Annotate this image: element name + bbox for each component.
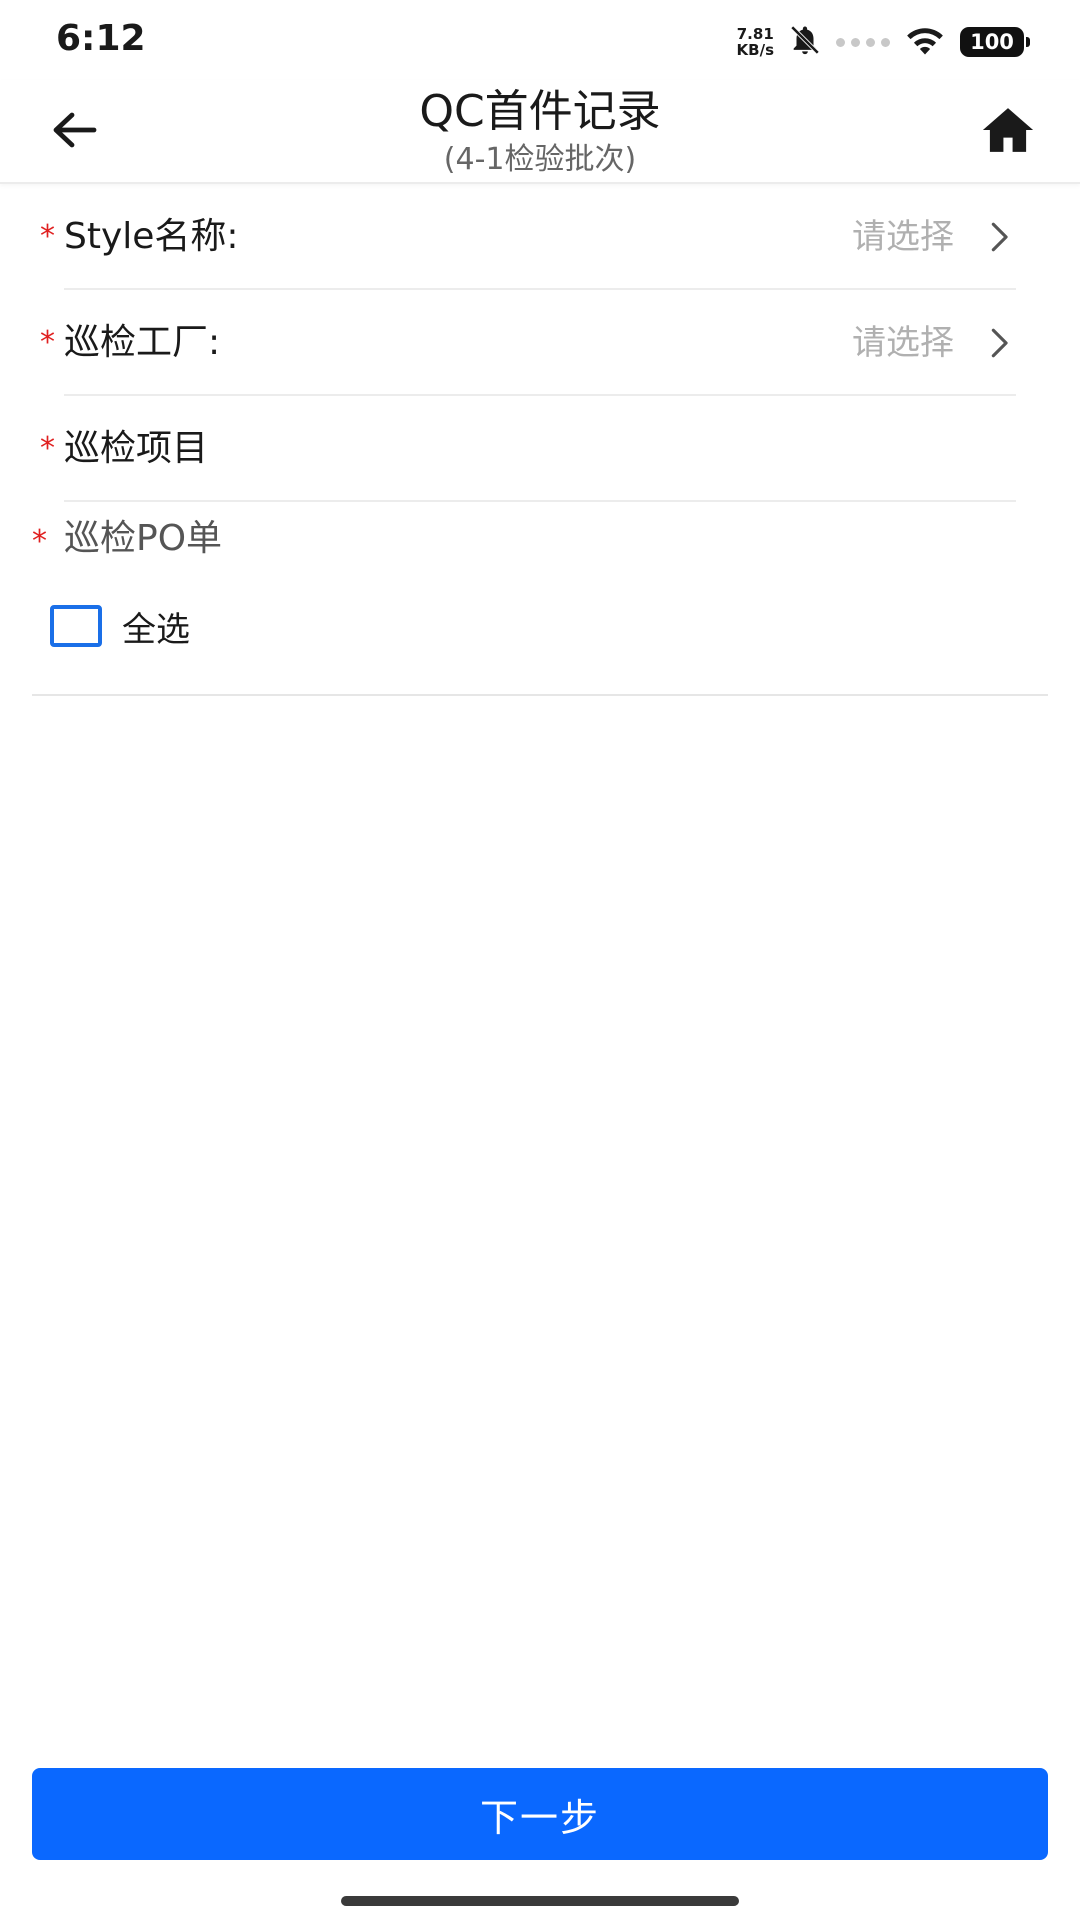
- required-mark: *: [32, 524, 47, 559]
- factory-select[interactable]: 请选择: [852, 290, 954, 396]
- inspection-form: * Style名称: 请选择 * 巡检工厂: 请选择 * 巡检项目 * 巡检PO…: [0, 184, 1080, 696]
- signal-dots-icon: [836, 37, 890, 47]
- po-section: * 巡检PO单 全选: [0, 502, 1080, 696]
- chevron-right-icon: [991, 328, 1008, 358]
- project-row: * 巡检项目: [0, 396, 1080, 502]
- home-button[interactable]: [976, 98, 1040, 162]
- factory-label: 巡检工厂:: [64, 322, 221, 363]
- wifi-icon: [904, 23, 946, 61]
- required-mark: *: [40, 325, 55, 360]
- page-title: QC首件记录: [419, 86, 661, 137]
- network-speed-value: 7.81: [736, 25, 774, 43]
- back-button[interactable]: [44, 100, 104, 160]
- style-name-row[interactable]: * Style名称: 请选择: [0, 184, 1080, 290]
- po-label: 巡检PO单: [64, 518, 223, 559]
- project-label: 巡检项目: [64, 428, 209, 469]
- app-header: QC首件记录 (4-1检验批次): [0, 80, 1080, 184]
- home-indicator[interactable]: [341, 1896, 739, 1906]
- status-icons: 7.81 KB/s 100: [737, 22, 1030, 62]
- arrow-left-icon: [53, 112, 97, 148]
- required-mark: *: [40, 219, 55, 254]
- header-title-group: QC首件记录 (4-1检验批次): [240, 80, 840, 178]
- network-speed: 7.81 KB/s: [737, 26, 774, 58]
- bell-muted-icon: [788, 23, 822, 61]
- next-step-button[interactable]: 下一步: [32, 1768, 1048, 1860]
- factory-row[interactable]: * 巡检工厂: 请选择: [0, 290, 1080, 396]
- home-icon: [982, 108, 1034, 152]
- status-bar: 6:12 7.81 KB/s 100: [0, 0, 1080, 80]
- chevron-right-icon: [991, 222, 1008, 252]
- select-all-label: 全选: [122, 609, 190, 650]
- required-mark: *: [40, 431, 55, 466]
- status-time: 6:12: [56, 18, 146, 59]
- battery-level: 100: [970, 30, 1014, 54]
- select-all-checkbox[interactable]: [50, 605, 102, 647]
- select-all-toggle[interactable]: 全选: [50, 598, 190, 654]
- network-speed-unit: KB/s: [736, 41, 774, 59]
- style-name-label: Style名称:: [64, 216, 239, 257]
- style-name-select[interactable]: 请选择: [852, 184, 954, 290]
- battery-icon: 100: [960, 27, 1030, 57]
- page-subtitle: (4-1检验批次): [443, 142, 637, 177]
- section-divider: [32, 694, 1048, 696]
